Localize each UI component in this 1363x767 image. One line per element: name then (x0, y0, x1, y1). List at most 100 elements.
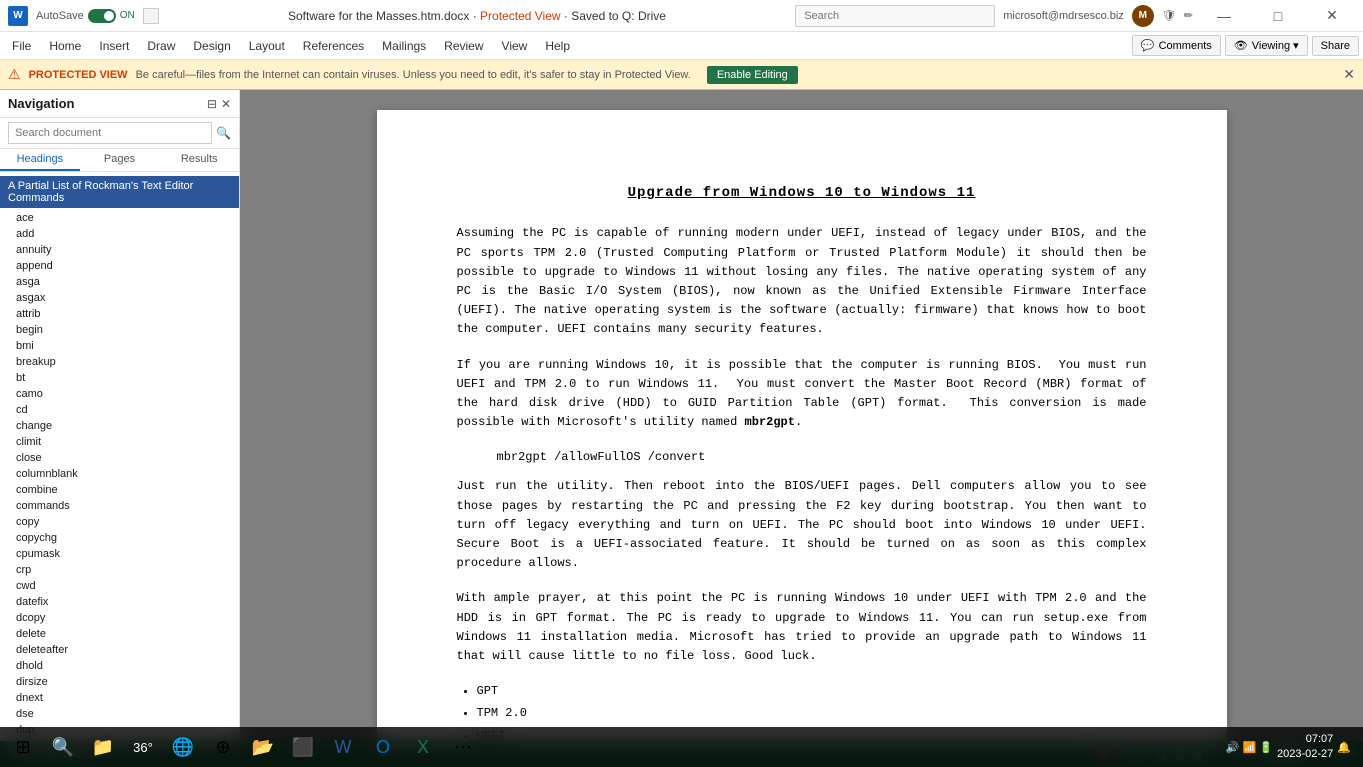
list-item[interactable]: begin (0, 322, 239, 338)
nav-header: Navigation ⊟ ✕ (0, 90, 239, 118)
shield-icon: 🛡 (1162, 9, 1176, 22)
list-item[interactable]: breakup (0, 354, 239, 370)
separator: · (473, 9, 480, 23)
list-item[interactable]: cwd (0, 578, 239, 594)
pen-icon: ✏ (1184, 9, 1193, 22)
list-item[interactable]: columnblank (0, 466, 239, 482)
list-item[interactable]: close (0, 450, 239, 466)
menu-references[interactable]: References (295, 35, 372, 57)
list-item[interactable]: bmi (0, 338, 239, 354)
title-bar-right: microsoft@mdrsesco.biz M 🛡 ✏ — □ ✕ (795, 0, 1355, 32)
list-item[interactable]: append (0, 258, 239, 274)
tab-pages[interactable]: Pages (80, 149, 160, 171)
taskbar-edge[interactable]: 🌐 (164, 728, 202, 766)
document-area[interactable]: Upgrade from Windows 10 to Windows 11 As… (240, 90, 1363, 741)
doc-para-3: Just run the utility. Then reboot into t… (457, 477, 1147, 573)
close-button[interactable]: ✕ (1309, 0, 1355, 32)
list-item[interactable]: commands (0, 498, 239, 514)
list-item[interactable]: delete (0, 626, 239, 642)
saved-label: Saved to Q: Drive (571, 9, 666, 23)
list-item[interactable]: bt (0, 370, 239, 386)
list-item-tpm: TPM 2.0 (477, 704, 1147, 723)
menu-review[interactable]: Review (436, 35, 491, 57)
search-input[interactable] (795, 5, 995, 27)
menu-design[interactable]: Design (185, 35, 238, 57)
nav-search-input[interactable] (8, 122, 212, 144)
comments-button[interactable]: 💬 Comments (1132, 35, 1221, 56)
more-icon: ⋯ (454, 737, 472, 758)
menu-insert[interactable]: Insert (91, 35, 137, 57)
maximize-button[interactable]: □ (1255, 0, 1301, 32)
list-item[interactable]: change (0, 418, 239, 434)
taskbar-more[interactable]: ⋯ (444, 728, 482, 766)
close-bar-icon[interactable]: ✕ (1343, 66, 1355, 83)
menu-home[interactable]: Home (41, 35, 89, 57)
list-item[interactable]: asgax (0, 290, 239, 306)
taskbar-weather[interactable]: 36° (124, 728, 162, 766)
menu-bar-right: 💬 Comments 👁 Viewing ▾ Share (1132, 35, 1359, 56)
list-item[interactable]: dnext (0, 690, 239, 706)
tab-results[interactable]: Results (159, 149, 239, 171)
share-button[interactable]: Share (1312, 36, 1359, 56)
taskbar-files[interactable]: 📁 (84, 728, 122, 766)
menu-view[interactable]: View (494, 35, 536, 57)
autosave-toggle[interactable] (88, 9, 116, 23)
list-item[interactable]: dhold (0, 658, 239, 674)
list-item[interactable]: cpumask (0, 546, 239, 562)
list-item[interactable]: deleteafter (0, 642, 239, 658)
list-item[interactable]: datefix (0, 594, 239, 610)
word-taskbar-icon: W (335, 737, 352, 758)
minimize-button[interactable]: — (1201, 0, 1247, 32)
collapse-icon[interactable]: ⊟ (207, 97, 217, 111)
tab-headings[interactable]: Headings (0, 149, 80, 171)
taskbar-terminal[interactable]: ⬛ (284, 728, 322, 766)
enable-editing-button[interactable]: Enable Editing (707, 66, 798, 84)
list-item[interactable]: dcopy (0, 610, 239, 626)
taskbar-search-icon: 🔍 (52, 737, 74, 758)
list-item[interactable]: asga (0, 274, 239, 290)
list-item[interactable]: combine (0, 482, 239, 498)
time-display: 07:07 (1277, 732, 1333, 747)
title-bar: W AutoSave ON Software for the Masses.ht… (0, 0, 1363, 32)
protected-view-bar: ⚠ PROTECTED VIEW Be careful—files from t… (0, 60, 1363, 90)
autosave-section: AutoSave ON (36, 9, 135, 23)
nav-list-header: A Partial List of Rockman's Text Editor … (0, 176, 239, 208)
list-item[interactable]: camo (0, 386, 239, 402)
document-page: Upgrade from Windows 10 to Windows 11 As… (377, 110, 1227, 741)
nav-list: A Partial List of Rockman's Text Editor … (0, 172, 239, 741)
search-taskbar-button[interactable]: 🔍 (44, 728, 82, 766)
menu-help[interactable]: Help (537, 35, 578, 57)
list-item[interactable]: climit (0, 434, 239, 450)
taskbar-explorer[interactable]: 📂 (244, 728, 282, 766)
taskbar-excel[interactable]: X (404, 728, 442, 766)
menu-mailings[interactable]: Mailings (374, 35, 434, 57)
notification-icon[interactable]: 🔔 (1337, 741, 1351, 754)
outlook-icon: O (376, 737, 390, 758)
terminal-icon: ⬛ (292, 737, 314, 758)
title-center: Software for the Masses.htm.docx · Prote… (159, 9, 796, 23)
list-item[interactable]: copy (0, 514, 239, 530)
list-item[interactable]: crp (0, 562, 239, 578)
viewing-button[interactable]: 👁 Viewing ▾ (1225, 35, 1308, 56)
list-item[interactable]: dirsize (0, 674, 239, 690)
search-icon[interactable]: 🔍 (216, 126, 231, 140)
list-item[interactable]: ace (0, 210, 239, 226)
date-display: 2023-02-27 (1277, 747, 1333, 762)
taskbar-outlook[interactable]: O (364, 728, 402, 766)
nav-close-icon[interactable]: ✕ (221, 97, 231, 111)
list-item[interactable]: copychg (0, 530, 239, 546)
list-item[interactable]: cd (0, 402, 239, 418)
list-item[interactable]: attrib (0, 306, 239, 322)
menu-layout[interactable]: Layout (241, 35, 293, 57)
list-item[interactable]: annuity (0, 242, 239, 258)
save-icon[interactable] (143, 8, 159, 24)
menu-file[interactable]: File (4, 35, 39, 57)
taskbar-word[interactable]: W (324, 728, 362, 766)
menu-draw[interactable]: Draw (139, 35, 183, 57)
start-button[interactable]: ⊞ (4, 728, 42, 766)
list-item[interactable]: dse (0, 706, 239, 722)
user-avatar: M (1132, 5, 1154, 27)
doc-para-4: With ample prayer, at this point the PC … (457, 589, 1147, 666)
list-item[interactable]: add (0, 226, 239, 242)
taskbar-chrome[interactable]: ⊕ (204, 728, 242, 766)
